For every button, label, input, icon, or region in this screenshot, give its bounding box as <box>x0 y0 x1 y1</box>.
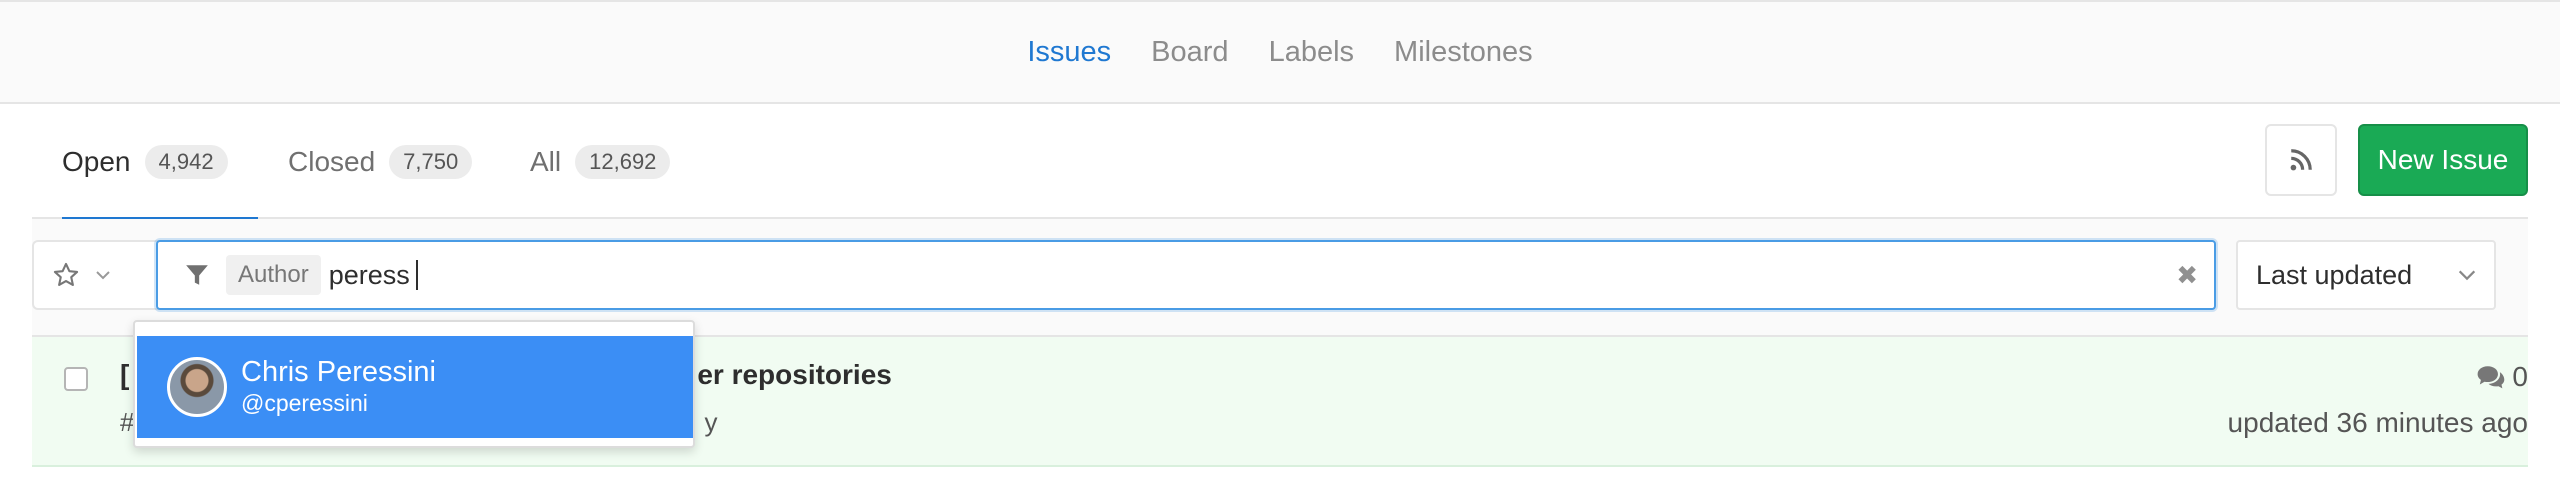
tab-all-count: 12,692 <box>575 144 671 179</box>
dropdown-user-name: Chris Peressini <box>241 356 436 389</box>
dropdown-user-text: Chris Peressini @cperessini <box>241 356 436 417</box>
tab-closed-label: Closed <box>288 145 376 177</box>
filtered-search-input[interactable]: Author peress ✖ <box>156 240 2216 310</box>
subnav-labels-link[interactable]: Labels <box>1269 37 1354 67</box>
subnav-milestones-link[interactable]: Milestones <box>1394 37 1533 67</box>
issue-meta-suffix: y <box>704 407 718 437</box>
issues-subnav: Issues Board Labels Milestones <box>0 0 2560 104</box>
sort-dropdown[interactable]: Last updated <box>2236 240 2496 310</box>
author-filter-token[interactable]: Author <box>226 255 321 295</box>
dropdown-user-item[interactable]: Chris Peressini @cperessini <box>137 336 693 438</box>
subnav-board-link[interactable]: Board <box>1151 37 1228 67</box>
subnav-issues-link[interactable]: Issues <box>1027 37 1111 67</box>
sort-selected-value: Last updated <box>2256 259 2413 290</box>
rss-feed-button[interactable] <box>2265 124 2337 196</box>
chevron-down-icon <box>2458 270 2476 281</box>
clear-search-icon[interactable]: ✖ <box>2176 262 2198 288</box>
issue-state-tabs: Open 4,942 Closed 7,750 All 12,692 <box>32 104 2528 221</box>
star-icon <box>53 262 79 286</box>
comments-count-value: 0 <box>2512 361 2528 392</box>
issue-comments-count[interactable]: 0 <box>2476 361 2528 393</box>
author-autocomplete-dropdown: Chris Peressini @cperessini <box>133 320 695 448</box>
filter-icon <box>186 265 208 285</box>
chevron-down-icon <box>96 271 110 280</box>
rss-icon <box>2290 149 2312 171</box>
issue-title-suffix: er repositories <box>697 359 892 390</box>
search-typed-value: peress <box>328 259 410 290</box>
tab-open-count: 4,942 <box>144 144 228 179</box>
issue-select-checkbox[interactable] <box>64 367 88 391</box>
dropdown-user-username: @cperessini <box>241 390 368 417</box>
issue-title-prefix: [ <box>120 359 130 390</box>
issue-updated-time: updated 36 minutes ago <box>2227 407 2528 438</box>
tab-closed-count: 7,750 <box>389 144 473 179</box>
tab-closed[interactable]: Closed 7,750 <box>288 104 473 219</box>
tab-open-label: Open <box>62 145 131 177</box>
new-issue-button[interactable]: New Issue <box>2358 124 2528 196</box>
tab-all[interactable]: All 12,692 <box>530 104 671 219</box>
recent-searches-dropdown[interactable] <box>32 240 158 310</box>
text-caret <box>415 260 418 290</box>
comments-icon <box>2478 366 2505 389</box>
avatar <box>167 357 227 417</box>
tab-open[interactable]: Open 4,942 <box>62 104 258 221</box>
tab-all-label: All <box>530 145 562 177</box>
